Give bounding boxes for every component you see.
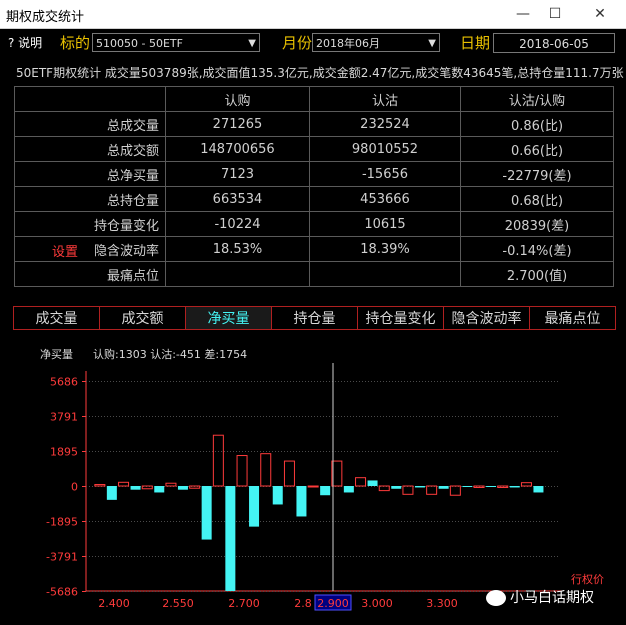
put-bar: [533, 486, 544, 493]
put-bar: [509, 486, 520, 488]
call-bar: [307, 485, 319, 488]
call-bar: [94, 484, 106, 487]
call-bar: [236, 455, 248, 487]
put-bar: [391, 486, 402, 489]
put-bar: [438, 486, 449, 489]
y-tick-label: 1895: [50, 446, 78, 459]
call-bar: [426, 485, 438, 495]
x-tick-label: 3.300: [426, 597, 458, 610]
call-bar: [118, 481, 130, 487]
x-tick-label: 2.550: [162, 597, 194, 610]
put-bar: [343, 486, 354, 493]
put-bar: [414, 486, 425, 488]
y-tick-label: 0: [71, 481, 78, 494]
x-tick-label: 2.700: [228, 597, 260, 610]
x-tick-label: 2.8: [294, 597, 312, 610]
call-bar: [212, 434, 224, 487]
put-bar: [462, 486, 473, 487]
call-bar: [260, 453, 272, 487]
put-bar: [272, 486, 283, 505]
call-bar: [402, 485, 414, 495]
y-tick-label: -1895: [46, 516, 78, 529]
call-bar: [165, 482, 177, 487]
put-bar: [130, 486, 141, 490]
put-bar: [154, 486, 165, 493]
put-bar: [320, 486, 331, 496]
x-tick-label: 2.400: [98, 597, 130, 610]
put-bar: [177, 486, 188, 490]
cursor-x-label: 2.900: [317, 597, 349, 610]
put-bar: [486, 486, 497, 487]
call-bar: [189, 485, 201, 489]
put-bar: [367, 480, 378, 486]
call-bar: [449, 485, 461, 496]
call-bar: [355, 477, 367, 487]
watermark: 小马白话期权: [486, 587, 594, 607]
put-bar: [106, 486, 117, 500]
call-bar: [283, 460, 295, 487]
y-tick-label: -3791: [46, 551, 78, 564]
call-bar: [141, 485, 153, 490]
put-bar: [296, 486, 307, 517]
y-tick-label: -5686: [46, 586, 78, 599]
y-tick-label: 5686: [50, 376, 78, 389]
put-bar: [225, 486, 236, 591]
call-bar: [520, 482, 532, 487]
net-buy-chart: 5686 3791 1895 0 -1895 -3791 -5686 2.400 2.550 2.…: [46, 363, 604, 611]
wechat-icon: [486, 590, 506, 606]
x-tick-label: 3.000: [361, 597, 393, 610]
y-tick-label: 3791: [50, 411, 78, 424]
put-bar: [249, 486, 260, 527]
watermark-text: 小马白话期权: [510, 590, 594, 606]
put-bar: [201, 486, 212, 540]
x-axis-title: 行权价: [571, 573, 604, 586]
